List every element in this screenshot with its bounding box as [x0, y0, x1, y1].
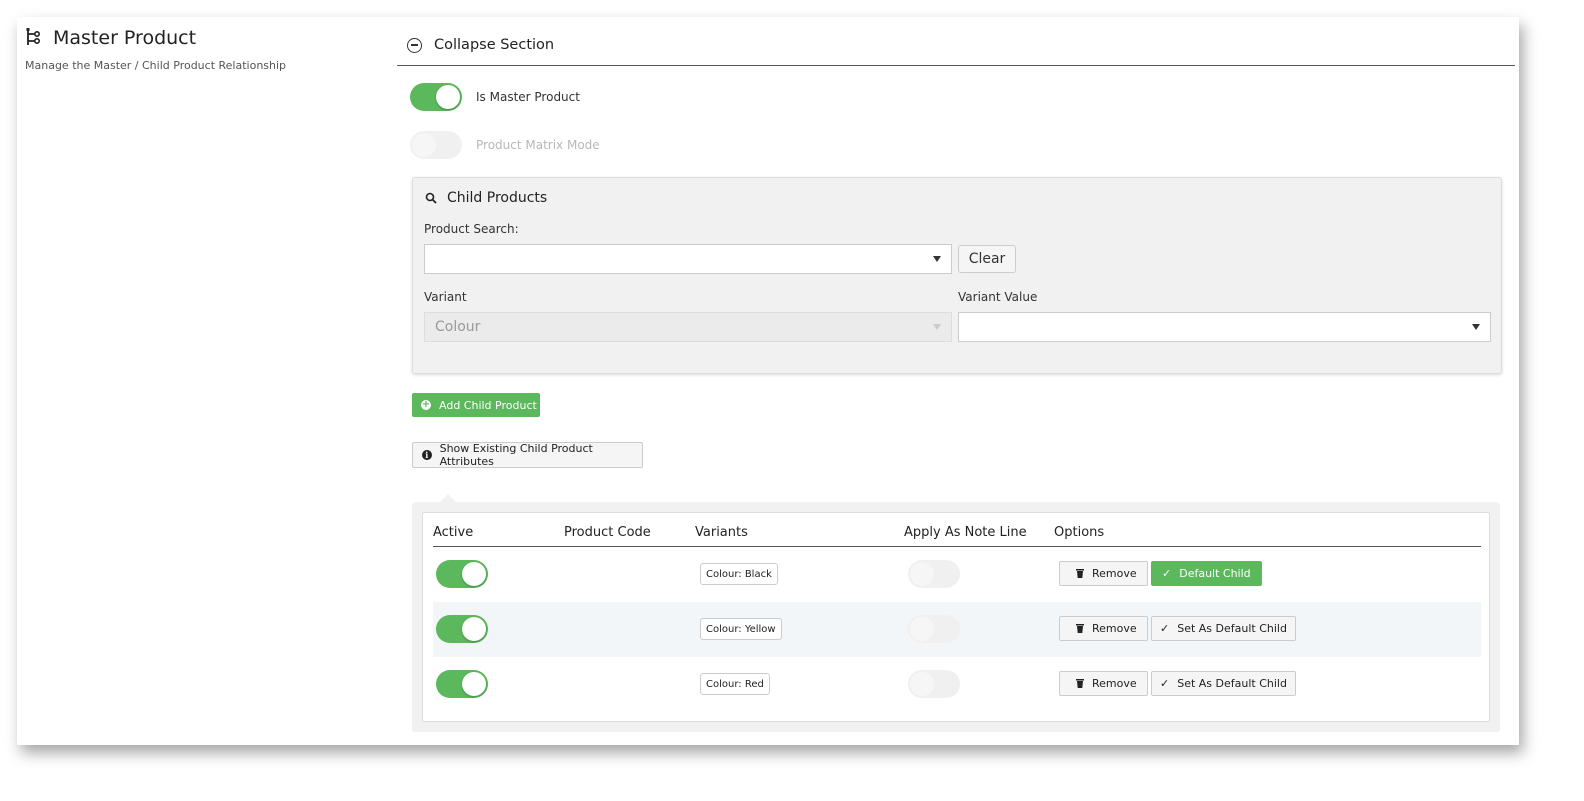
remove-button[interactable]: Remove — [1059, 671, 1148, 696]
variant-value: Colour — [435, 319, 481, 335]
remove-button[interactable]: Remove — [1059, 561, 1148, 586]
header-active: Active — [433, 525, 474, 540]
add-child-product-button[interactable]: + Add Child Product — [412, 393, 540, 417]
content-section: Collapse Section Is Master Product Produ… — [397, 17, 1515, 745]
is-master-toggle[interactable] — [410, 83, 462, 111]
collapse-section-toggle[interactable]: Collapse Section — [407, 37, 554, 53]
matrix-mode-label: Product Matrix Mode — [476, 138, 600, 152]
toggle-knob — [910, 562, 934, 586]
remove-button[interactable]: Remove — [1059, 616, 1148, 641]
toggle-knob — [462, 562, 486, 586]
child-products-table: Active Product Code Variants Apply As No… — [422, 512, 1490, 722]
trash-icon — [1076, 569, 1084, 578]
table-row: Colour: Yellow Remove ✓ Set As Default C… — [433, 602, 1481, 657]
add-child-product-label: Add Child Product — [439, 398, 537, 412]
set-default-child-button[interactable]: ✓ Set As Default Child — [1151, 616, 1296, 641]
header-variants: Variants — [695, 525, 748, 540]
search-icon — [425, 192, 437, 204]
main-frame: Master Product Manage the Master / Child… — [17, 17, 1519, 745]
apply-note-toggle[interactable] — [908, 615, 960, 643]
chevron-down-icon — [933, 324, 941, 330]
default-child-label: Default Child — [1179, 567, 1251, 580]
header-product-code: Product Code — [564, 525, 651, 540]
show-attributes-label: Show Existing Child Product Attributes — [439, 442, 593, 468]
page-title: Master Product — [53, 27, 197, 49]
toggle-knob — [436, 85, 460, 109]
remove-label: Remove — [1092, 622, 1137, 635]
section-divider — [397, 65, 1515, 66]
toggle-knob — [462, 617, 486, 641]
is-master-row: Is Master Product — [410, 83, 580, 111]
title-row: Master Product — [25, 27, 286, 49]
remove-label: Remove — [1092, 677, 1137, 690]
set-default-child-button[interactable]: ✓ Set As Default Child — [1151, 671, 1296, 696]
variant-chip: Colour: Yellow — [700, 618, 782, 640]
toggle-knob — [910, 672, 934, 696]
variant-value-select[interactable] — [958, 312, 1491, 342]
default-child-button[interactable]: ✓ Default Child — [1151, 561, 1262, 586]
toggle-knob — [910, 617, 934, 641]
hierarchy-icon — [26, 28, 41, 45]
table-row: Colour: Red Remove ✓ Set As Default Chil… — [433, 657, 1481, 712]
collapse-section-label: Collapse Section — [434, 37, 555, 53]
apply-note-toggle[interactable] — [908, 560, 960, 588]
child-products-header: Child Products — [425, 190, 547, 206]
check-icon: ✓ — [1160, 622, 1170, 635]
active-toggle[interactable] — [436, 560, 488, 588]
variant-select: Colour — [424, 312, 952, 342]
info-icon: i — [422, 450, 432, 460]
trash-icon — [1076, 679, 1084, 688]
chevron-down-icon — [1472, 324, 1480, 330]
remove-label: Remove — [1092, 567, 1137, 580]
product-search-label: Product Search: — [424, 222, 519, 236]
check-icon: ✓ — [1160, 677, 1170, 690]
variant-chip: Colour: Black — [700, 563, 778, 585]
variant-chip: Colour: Red — [700, 673, 770, 695]
child-products-table-wrap: Active Product Code Variants Apply As No… — [412, 502, 1500, 732]
header-area: Master Product Manage the Master / Child… — [25, 27, 286, 72]
trash-icon — [1076, 624, 1084, 633]
matrix-mode-toggle[interactable] — [410, 131, 462, 159]
toggle-knob — [462, 672, 486, 696]
variant-value-label: Variant Value — [958, 290, 1038, 304]
product-search-select[interactable] — [424, 244, 952, 274]
clear-button[interactable]: Clear — [958, 245, 1016, 273]
toggle-knob — [412, 133, 436, 157]
chevron-down-icon — [933, 256, 941, 262]
apply-note-toggle[interactable] — [908, 670, 960, 698]
is-master-label: Is Master Product — [476, 90, 580, 104]
matrix-mode-row: Product Matrix Mode — [410, 131, 600, 159]
child-products-panel: Child Products Product Search: Clear Var… — [412, 177, 1502, 374]
minus-circle-icon — [407, 37, 422, 53]
header-apply-note: Apply As Note Line — [904, 525, 1027, 540]
check-icon: ✓ — [1162, 567, 1172, 580]
active-toggle[interactable] — [436, 615, 488, 643]
popover-caret — [440, 494, 456, 502]
header-options: Options — [1054, 525, 1105, 540]
set-default-child-label: Set As Default Child — [1177, 622, 1287, 635]
variant-label: Variant — [424, 290, 467, 304]
show-attributes-button[interactable]: i Show Existing Child Product Attributes — [412, 442, 643, 468]
child-products-heading: Child Products — [447, 190, 548, 206]
page-subtitle: Manage the Master / Child Product Relati… — [25, 59, 287, 72]
table-row: Colour: Black Remove ✓ Default Child — [433, 547, 1481, 602]
active-toggle[interactable] — [436, 670, 488, 698]
set-default-child-label: Set As Default Child — [1177, 677, 1287, 690]
plus-circle-icon: + — [421, 399, 431, 410]
